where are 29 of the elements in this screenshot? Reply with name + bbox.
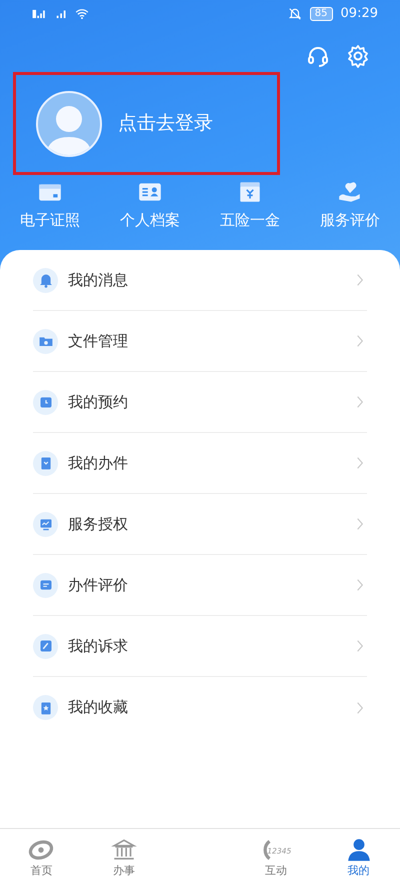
clock-time: 09:29 <box>340 5 378 24</box>
nav-tab[interactable]: 我的 <box>328 837 389 880</box>
monitor-chart-icon <box>33 512 58 536</box>
headset-icon[interactable] <box>306 44 330 68</box>
menu-item[interactable]: 文件管理 <box>33 311 367 372</box>
alarm-clock-icon <box>33 390 58 414</box>
document-icon <box>33 450 58 476</box>
menu-item[interactable]: 我的消息 <box>33 250 367 311</box>
settings-icon[interactable] <box>346 44 370 68</box>
folder-icon <box>33 328 58 354</box>
comment-icon <box>33 572 58 598</box>
menu-item[interactable]: 我的收藏 <box>33 677 367 738</box>
menu-item[interactable]: 我的诉求 <box>33 616 367 677</box>
shortcut-item[interactable]: 个人档案 <box>100 179 200 232</box>
bell-icon <box>33 268 58 292</box>
menu-item[interactable]: 服务授权 <box>33 494 367 555</box>
wifi-icon <box>74 7 90 21</box>
shortcut-item[interactable]: 五险一金 <box>200 179 300 232</box>
shortcut-item[interactable]: 电子证照 <box>0 179 100 232</box>
nav-tab[interactable]: 办事 <box>94 837 154 880</box>
nav-tab[interactable]: 首页 <box>11 837 72 880</box>
shortcut-item[interactable]: 服务评价 <box>300 179 400 232</box>
menu-item[interactable]: 我的预约 <box>33 372 367 433</box>
battery-level: 85 <box>310 7 333 21</box>
menu-item[interactable]: 办件评价 <box>33 555 367 616</box>
bell-off-icon <box>288 7 302 21</box>
login-link[interactable]: 点击去登录 <box>118 109 213 138</box>
menu-item[interactable]: 我的办件 <box>33 433 367 494</box>
edit-icon <box>33 634 58 658</box>
